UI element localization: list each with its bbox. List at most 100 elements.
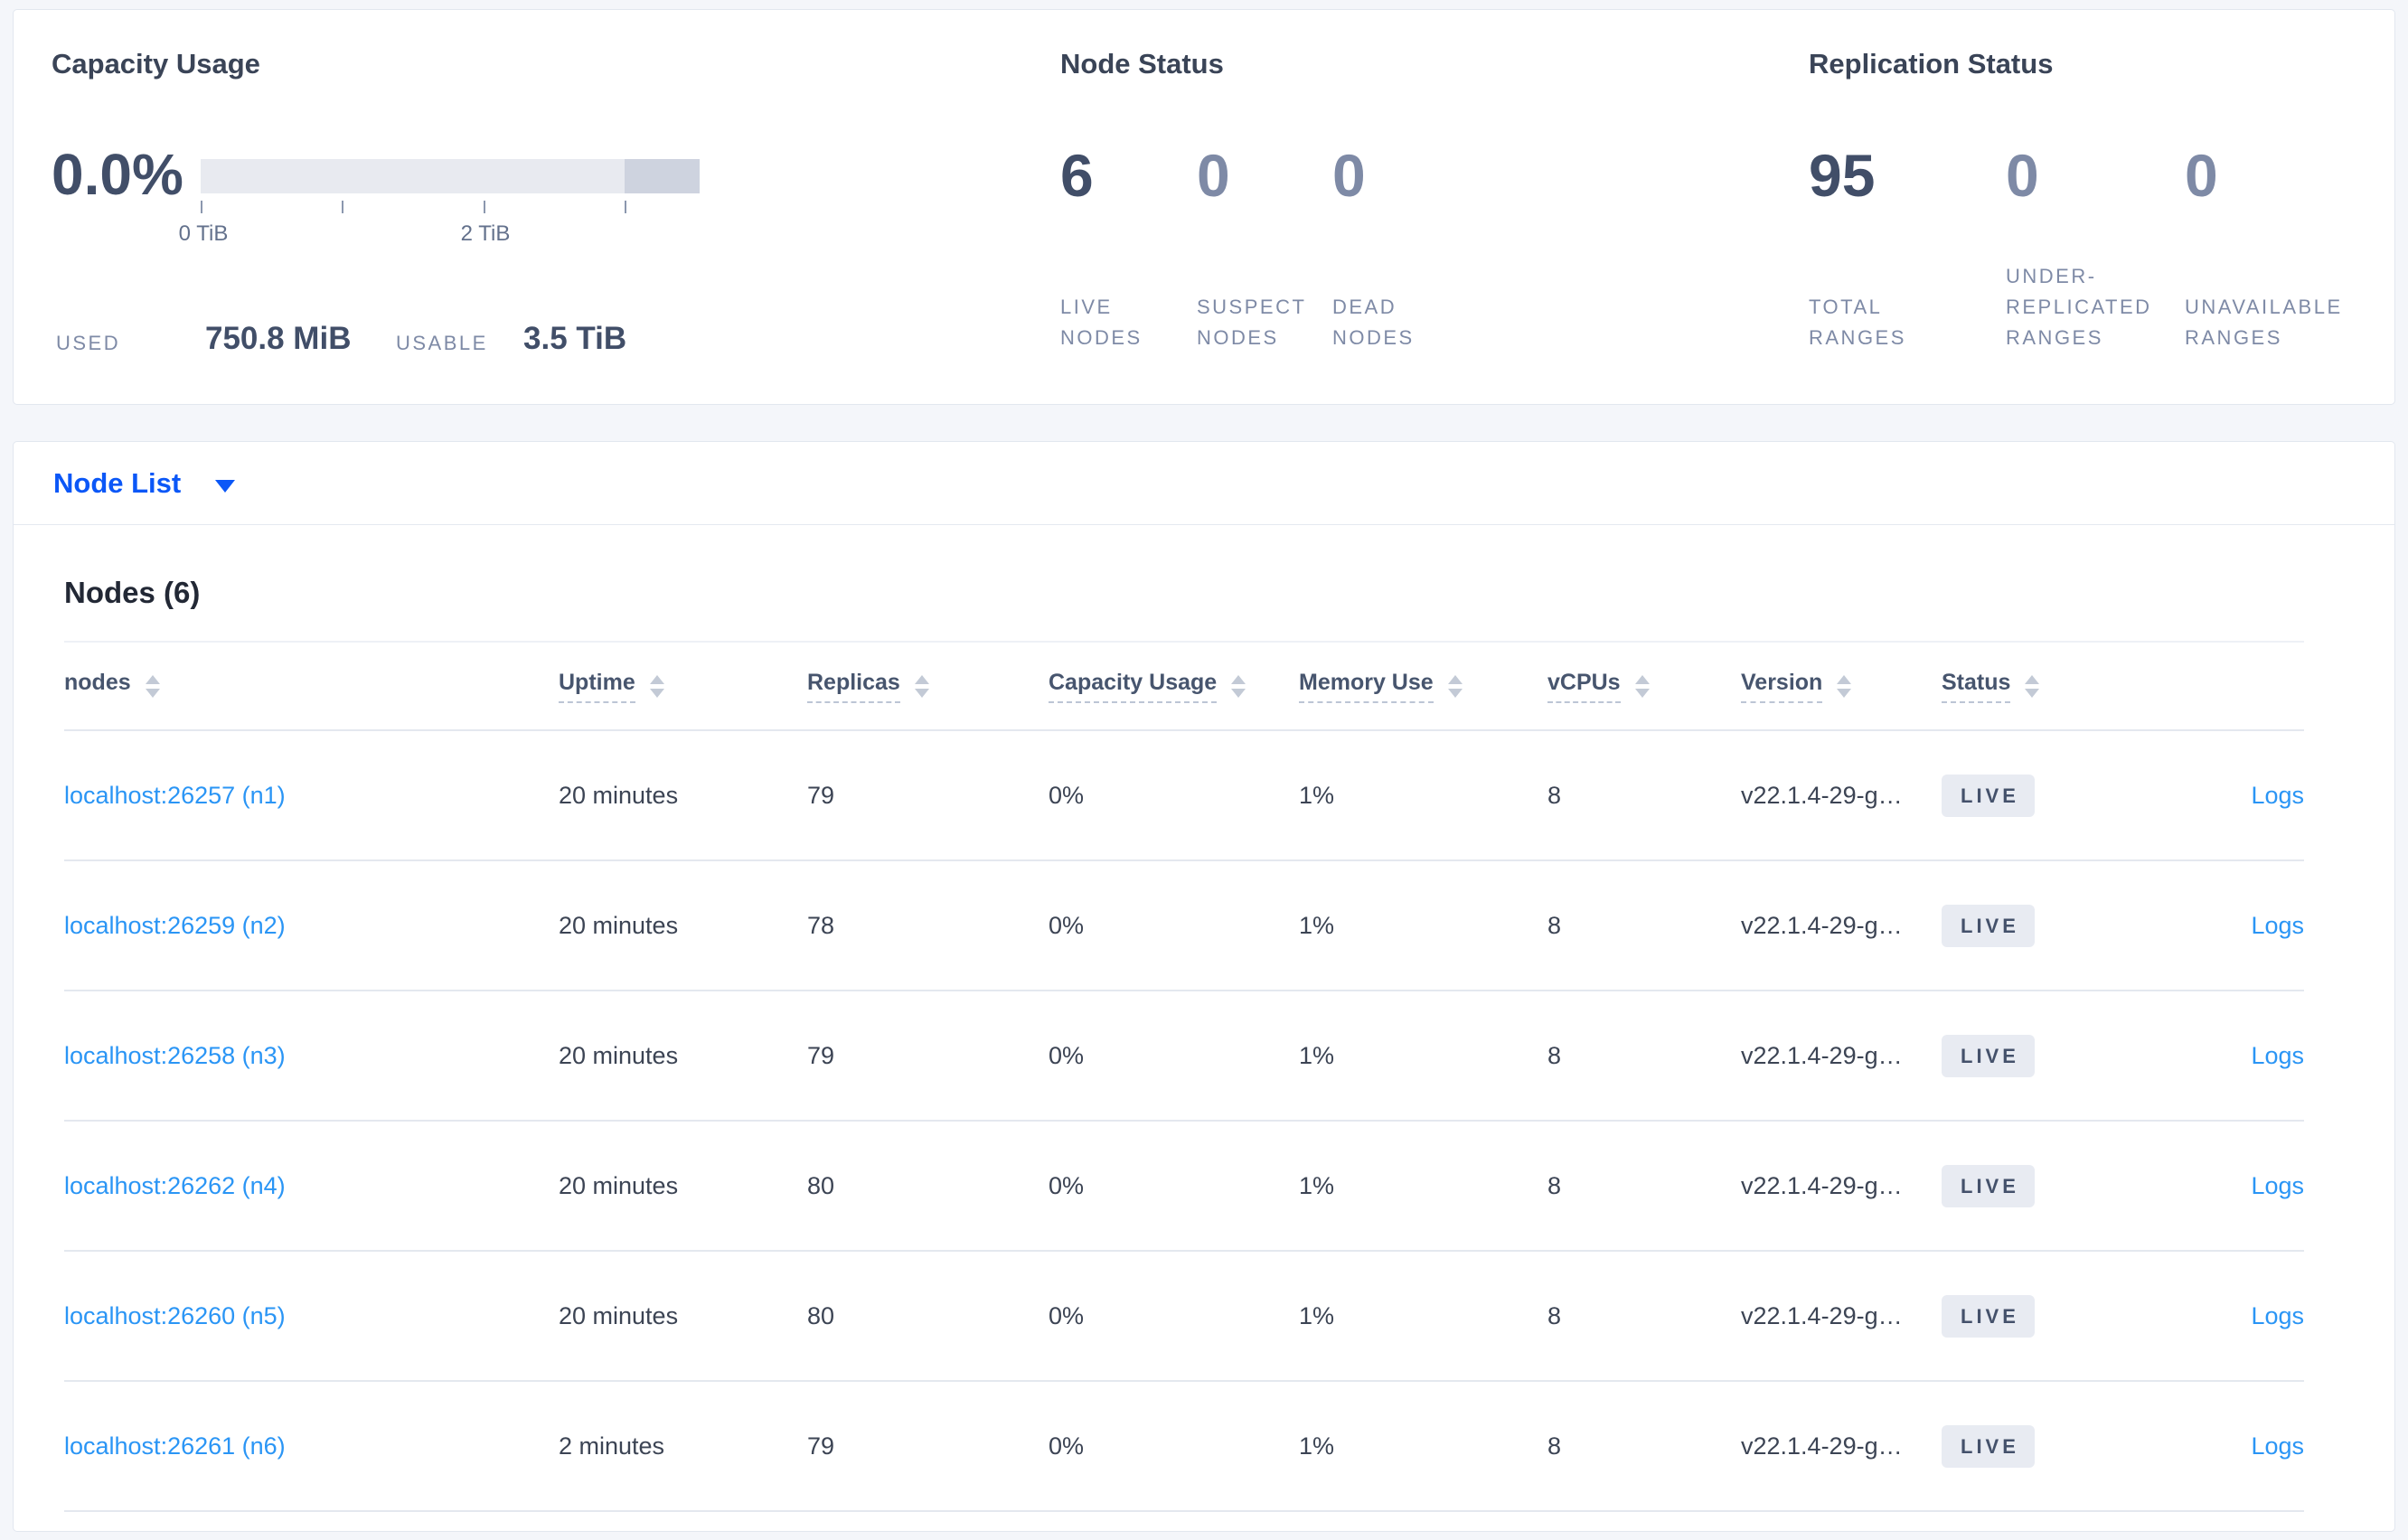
replicas-cell: 79 [807, 1432, 835, 1460]
capacity-usage-cell: 0% [1049, 1041, 1085, 1069]
column-header-status[interactable]: Status [1942, 670, 2168, 703]
sort-icon[interactable] [145, 674, 160, 698]
logs-link[interactable]: Logs [2251, 1302, 2304, 1329]
status-badge: LIVE [1942, 1034, 2035, 1077]
suspect-nodes-label: SUSPECT NODES [1197, 296, 1307, 349]
logs-cell: Logs [2168, 1172, 2304, 1200]
node-link[interactable]: localhost:26261 (n6) [64, 1432, 286, 1460]
vcpus-cell: 8 [1547, 1301, 1562, 1329]
axis-tick [201, 201, 202, 213]
logs-link[interactable]: Logs [2251, 912, 2304, 939]
capacity-usage-title: Capacity Usage [52, 48, 260, 80]
version-cell: v22.1.4-29-g… [1741, 1041, 1903, 1069]
node-link[interactable]: localhost:26259 (n2) [64, 912, 286, 939]
sort-icon[interactable] [914, 674, 929, 698]
status-badge: LIVE [1942, 774, 2035, 817]
column-header-memory-use[interactable]: Memory Use [1299, 670, 1547, 703]
table-row: localhost:26260 (n5) 20 minutes 80 0% 1%… [64, 1252, 2304, 1382]
logs-link[interactable]: Logs [2251, 1172, 2304, 1199]
vcpus-cell: 8 [1547, 1171, 1562, 1199]
used-value: 750.8 MiB [205, 321, 352, 356]
sort-icon[interactable] [2025, 674, 2040, 698]
table-row: localhost:26257 (n1) 20 minutes 79 0% 1%… [64, 731, 2304, 861]
node-cell: localhost:26257 (n1) [64, 782, 559, 810]
view-selector[interactable]: Node List [14, 442, 2394, 525]
status-cell: LIVE [1942, 774, 2168, 817]
vcpus-cell: 8 [1547, 911, 1562, 939]
axis-tick-label: 2 TiB [460, 221, 511, 246]
replicas-cell: 80 [807, 1301, 835, 1329]
logs-cell: Logs [2168, 1042, 2304, 1070]
dead-nodes-label: DEAD NODES [1332, 296, 1415, 349]
column-header-capacity-usage[interactable]: Capacity Usage [1049, 670, 1299, 703]
axis-tick-label: 0 TiB [178, 221, 229, 246]
node-cell: localhost:26260 (n5) [64, 1302, 559, 1330]
memory-use-cell: 1% [1299, 1171, 1335, 1199]
logs-link[interactable]: Logs [2251, 1042, 2304, 1069]
sort-icon[interactable] [1837, 674, 1852, 698]
node-link[interactable]: localhost:26258 (n3) [64, 1042, 286, 1069]
logs-cell: Logs [2168, 912, 2304, 940]
column-header-nodes[interactable]: nodes [64, 670, 559, 703]
status-cell: LIVE [1942, 1294, 2168, 1338]
memory-use-cell: 1% [1299, 1041, 1335, 1069]
memory-use-cell: 1% [1299, 1301, 1335, 1329]
replicas-cell: 78 [807, 911, 835, 939]
vcpus-cell: 8 [1547, 1041, 1562, 1069]
version-cell: v22.1.4-29-g… [1741, 1301, 1903, 1329]
capacity-usage-cell: 0% [1049, 1432, 1085, 1460]
unavailable-ranges-label: UNAVAILABLE RANGES [2185, 296, 2343, 349]
sort-icon[interactable] [1447, 674, 1463, 698]
sort-icon[interactable] [1231, 674, 1246, 698]
node-status-title: Node Status [1060, 48, 1224, 80]
replicas-cell: 79 [807, 781, 835, 809]
used-label: USED [56, 332, 121, 354]
nodes-table-header: nodes Uptime Replicas Capacity Usage Mem… [64, 641, 2304, 731]
status-badge: LIVE [1942, 904, 2035, 947]
view-selector-label[interactable]: Node List [53, 467, 181, 500]
memory-use-cell: 1% [1299, 781, 1335, 809]
unavailable-ranges-count: 0 [2185, 142, 2218, 209]
capacity-bar-reserved-segment [625, 159, 700, 193]
version-cell: v22.1.4-29-g… [1741, 911, 1903, 939]
node-cell: localhost:26261 (n6) [64, 1432, 559, 1460]
vcpus-cell: 8 [1547, 781, 1562, 809]
uptime-cell: 20 minutes [559, 911, 679, 939]
column-header-uptime[interactable]: Uptime [559, 670, 807, 703]
status-badge: LIVE [1942, 1424, 2035, 1468]
node-link[interactable]: localhost:26257 (n1) [64, 782, 286, 809]
memory-use-cell: 1% [1299, 911, 1335, 939]
status-badge: LIVE [1942, 1294, 2035, 1338]
uptime-cell: 20 minutes [559, 1171, 679, 1199]
sort-icon[interactable] [649, 674, 664, 698]
capacity-usage-cell: 0% [1049, 1171, 1085, 1199]
capacity-usage-bar [201, 159, 700, 193]
node-link[interactable]: localhost:26260 (n5) [64, 1302, 286, 1329]
capacity-used-percent: 0.0% [52, 142, 183, 207]
vcpus-cell: 8 [1547, 1432, 1562, 1460]
dead-nodes-count: 0 [1332, 142, 1366, 209]
nodes-table-section: Nodes (6) nodes Uptime Replicas Capacity… [14, 525, 2394, 1512]
status-cell: LIVE [1942, 1034, 2168, 1077]
nodes-table-body: localhost:26257 (n1) 20 minutes 79 0% 1%… [64, 731, 2304, 1512]
caret-down-icon [215, 479, 236, 493]
column-header-version[interactable]: Version [1741, 670, 1942, 703]
column-header-vcpus[interactable]: vCPUs [1547, 670, 1741, 703]
node-link[interactable]: localhost:26262 (n4) [64, 1172, 286, 1199]
status-badge: LIVE [1942, 1164, 2035, 1207]
sort-icon[interactable] [1634, 674, 1650, 698]
column-header-logs [2168, 682, 2304, 690]
logs-link[interactable]: Logs [2251, 782, 2304, 809]
node-cell: localhost:26258 (n3) [64, 1042, 559, 1070]
usable-value: 3.5 TiB [523, 321, 627, 356]
capacity-usage-cell: 0% [1049, 781, 1085, 809]
axis-tick [484, 201, 485, 213]
column-header-replicas[interactable]: Replicas [807, 670, 1049, 703]
uptime-cell: 20 minutes [559, 1301, 679, 1329]
replicas-cell: 80 [807, 1171, 835, 1199]
version-cell: v22.1.4-29-g… [1741, 1171, 1903, 1199]
table-row: localhost:26261 (n6) 2 minutes 79 0% 1% … [64, 1382, 2304, 1512]
nodes-table-title: Nodes (6) [64, 576, 201, 609]
usable-label: USABLE [396, 332, 488, 354]
logs-link[interactable]: Logs [2251, 1432, 2304, 1460]
